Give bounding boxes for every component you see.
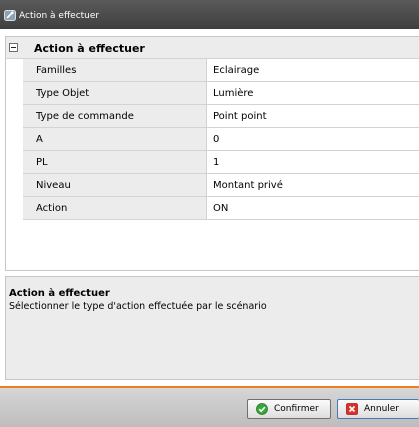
property-grid: Action à effectuer Familles Eclairage Ty…	[5, 36, 419, 271]
window-titlebar: Action à effectuer	[0, 0, 419, 29]
property-row-a[interactable]: A 0	[23, 128, 419, 151]
property-value: 1	[213, 157, 220, 168]
window-title: Action à effectuer	[19, 11, 100, 21]
property-value: Eclairage	[213, 65, 260, 76]
property-name: Type de commande	[36, 111, 134, 122]
property-row-action[interactable]: Action ON	[23, 197, 419, 220]
property-name: Type Objet	[36, 88, 90, 99]
description-text: Sélectionner le type d'action effectuée …	[9, 301, 267, 312]
minus-box-icon[interactable]	[9, 43, 18, 52]
confirm-label: Confirmer	[274, 404, 319, 414]
cancel-label: Annuler	[364, 404, 400, 414]
close-box-icon	[346, 403, 358, 415]
category-row: Action à effectuer	[6, 37, 419, 59]
property-value: Montant privé	[213, 180, 283, 191]
property-name: A	[36, 134, 43, 145]
property-name: Familles	[36, 65, 77, 76]
property-row-type-de-commande[interactable]: Type de commande Point point	[23, 105, 419, 128]
property-name: Niveau	[36, 180, 71, 191]
property-value: ON	[213, 203, 229, 214]
property-row-type-objet[interactable]: Type Objet Lumière	[23, 82, 419, 105]
property-name: PL	[36, 157, 48, 168]
wrench-icon	[4, 10, 16, 21]
description-title: Action à effectuer	[9, 288, 110, 299]
cancel-button[interactable]: Annuler	[337, 399, 419, 419]
property-value: Point point	[213, 111, 267, 122]
property-name: Action	[36, 203, 68, 214]
property-value: 0	[213, 134, 220, 145]
description-panel: Action à effectuer Sélectionner le type …	[5, 276, 419, 380]
property-value: Lumière	[213, 88, 254, 99]
check-circle-icon	[256, 403, 268, 415]
property-row-niveau[interactable]: Niveau Montant privé	[23, 174, 419, 197]
property-row-pl[interactable]: PL 1	[23, 151, 419, 174]
confirm-button[interactable]: Confirmer	[247, 399, 331, 419]
property-row-familles[interactable]: Familles Eclairage	[23, 59, 419, 82]
category-title: Action à effectuer	[34, 42, 145, 55]
button-bar: Confirmer Annuler	[0, 388, 419, 427]
